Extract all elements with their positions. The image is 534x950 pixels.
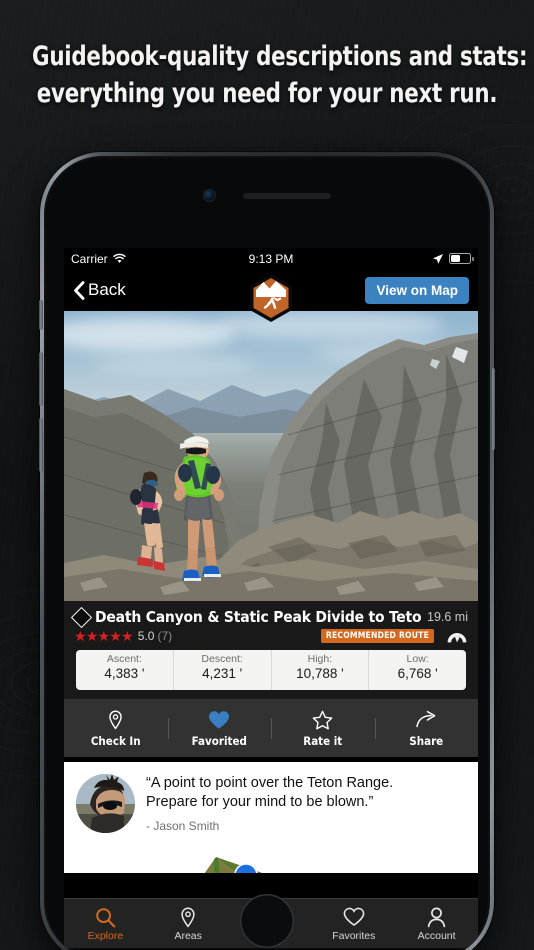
- review-quote: “A point to point over the Teton Range. …: [146, 774, 393, 812]
- back-button[interactable]: Back: [73, 280, 126, 300]
- mute-switch[interactable]: [39, 300, 43, 330]
- stat-high: High: 10,788 ': [270, 650, 369, 690]
- route-title-block: Death Canyon & Static Peak Divide to Tet…: [64, 601, 478, 650]
- rate-it-button[interactable]: Rate it: [271, 709, 375, 748]
- front-camera-icon: [203, 190, 215, 201]
- review-body: “A point to point over the Teton Range. …: [146, 774, 393, 833]
- action-label: Share: [409, 733, 444, 748]
- tab-explore[interactable]: Explore: [64, 906, 147, 942]
- stat-label: Ascent:: [106, 653, 142, 665]
- speedometer-icon: [447, 632, 467, 642]
- chevron-left-icon: [74, 280, 85, 300]
- share-button[interactable]: Share: [374, 709, 479, 748]
- star-rating-icons: ★★★★★: [74, 628, 134, 644]
- route-distance: 19.6 mi: [427, 610, 468, 624]
- stat-label: Descent:: [201, 653, 243, 665]
- action-label: Check In: [90, 733, 141, 748]
- battery-icon: [449, 253, 474, 264]
- tab-label: Areas: [174, 930, 202, 942]
- stat-label: High:: [307, 653, 333, 665]
- elevation-profile-graphic: [204, 857, 263, 874]
- tab-label: Explore: [87, 930, 124, 942]
- runner-primary: [174, 436, 224, 582]
- tab-favorites[interactable]: Favorites: [312, 906, 395, 942]
- black-diamond-icon: [70, 606, 93, 628]
- route-stats-box: Ascent: 4,383 ' Descent: 4,231 ' High: 1…: [76, 650, 466, 690]
- tab-areas[interactable]: Areas: [147, 906, 230, 942]
- route-action-bar: Check In Favorited Rate it Share: [64, 699, 478, 757]
- favorited-button[interactable]: Favorited: [167, 709, 272, 748]
- featured-review-card[interactable]: “A point to point over the Teton Range. …: [64, 762, 478, 848]
- phone-screen: Carrier 9:13 PM Back View on Map Death C…: [64, 248, 478, 948]
- phone-bezel: Carrier 9:13 PM Back View on Map Death C…: [44, 156, 490, 950]
- navigation-bar: Back View on Map: [64, 269, 478, 322]
- action-label: Favorited: [191, 733, 247, 748]
- heart-outline-icon: [312, 906, 395, 928]
- check-in-button[interactable]: Check In: [64, 709, 168, 748]
- route-title-row: Death Canyon & Static Peak Divide to Tet…: [70, 606, 468, 628]
- headline-line-2: everything you need for your next run.: [36, 78, 498, 110]
- back-label: Back: [88, 280, 126, 299]
- person-icon: [395, 906, 478, 928]
- user-avatar: [76, 774, 135, 833]
- marketing-headline: Guidebook-quality descriptions and stats…: [32, 38, 528, 113]
- route-rating-row: ★★★★★ 5.0 (7) RECOMMENDED ROUTE: [74, 629, 468, 643]
- map-pin-icon: [64, 709, 168, 731]
- power-button[interactable]: [491, 368, 495, 450]
- view-on-map-button[interactable]: View on Map: [365, 276, 469, 304]
- map-pin-icon: [147, 906, 230, 928]
- home-button[interactable]: [240, 894, 294, 948]
- route-hero-photo[interactable]: [64, 311, 478, 601]
- stat-value: 4,383 ': [104, 666, 145, 681]
- wifi-icon: [113, 253, 126, 263]
- share-arrow-icon: [375, 709, 479, 731]
- earpiece-speaker: [242, 192, 331, 199]
- magnifier-icon: [64, 906, 147, 928]
- stat-low: Low: 6,768 ': [368, 650, 466, 690]
- status-bar: Carrier 9:13 PM: [64, 248, 478, 269]
- tab-account[interactable]: Account: [395, 906, 478, 942]
- action-label: Rate it: [303, 733, 343, 748]
- review-quote-line-1: “A point to point over the Teton Range.: [146, 775, 394, 791]
- headline-line-1: Guidebook-quality descriptions and stats…: [32, 41, 528, 72]
- trail-runner-hexagon-logo[interactable]: [247, 273, 295, 325]
- rating-count: (7): [157, 629, 173, 643]
- phone-hardware-row: [44, 190, 490, 201]
- status-bar-right: [432, 253, 474, 265]
- battery-fill: [451, 255, 460, 262]
- status-bar-time: 9:13 PM: [248, 251, 294, 266]
- phone-device-frame: Carrier 9:13 PM Back View on Map Death C…: [39, 152, 495, 950]
- tab-label: Account: [417, 930, 456, 942]
- rating-value: 5.0: [137, 629, 155, 643]
- tab-label: Favorites: [332, 930, 376, 942]
- stat-descent: Descent: 4,231 ': [172, 650, 271, 690]
- location-arrow-icon: [433, 253, 443, 264]
- heart-filled-icon: [168, 709, 272, 731]
- avatar-photo: [76, 774, 135, 833]
- recommended-route-badge: RECOMMENDED ROUTE: [320, 629, 434, 643]
- route-title[interactable]: Death Canyon & Static Peak Divide to Tet…: [95, 608, 422, 626]
- elevation-profile-preview[interactable]: [64, 847, 478, 874]
- stat-ascent: Ascent: 4,383 ': [76, 650, 173, 690]
- stat-label: Low:: [406, 653, 429, 665]
- route-stats-section: Ascent: 4,383 ' Descent: 4,231 ' High: 1…: [64, 650, 478, 699]
- stat-value: 4,231 ': [202, 666, 243, 681]
- stat-value: 10,788 ': [296, 666, 344, 681]
- star-outline-icon: [271, 709, 375, 731]
- volume-up-button[interactable]: [39, 352, 43, 406]
- review-author: - Jason Smith: [146, 819, 220, 834]
- review-quote-line-2: Prepare for your mind to be blown.”: [146, 794, 374, 811]
- carrier-label: Carrier: [71, 251, 108, 266]
- stat-value: 6,768 ': [397, 666, 438, 681]
- volume-down-button[interactable]: [39, 418, 43, 472]
- status-bar-left: Carrier: [71, 252, 126, 266]
